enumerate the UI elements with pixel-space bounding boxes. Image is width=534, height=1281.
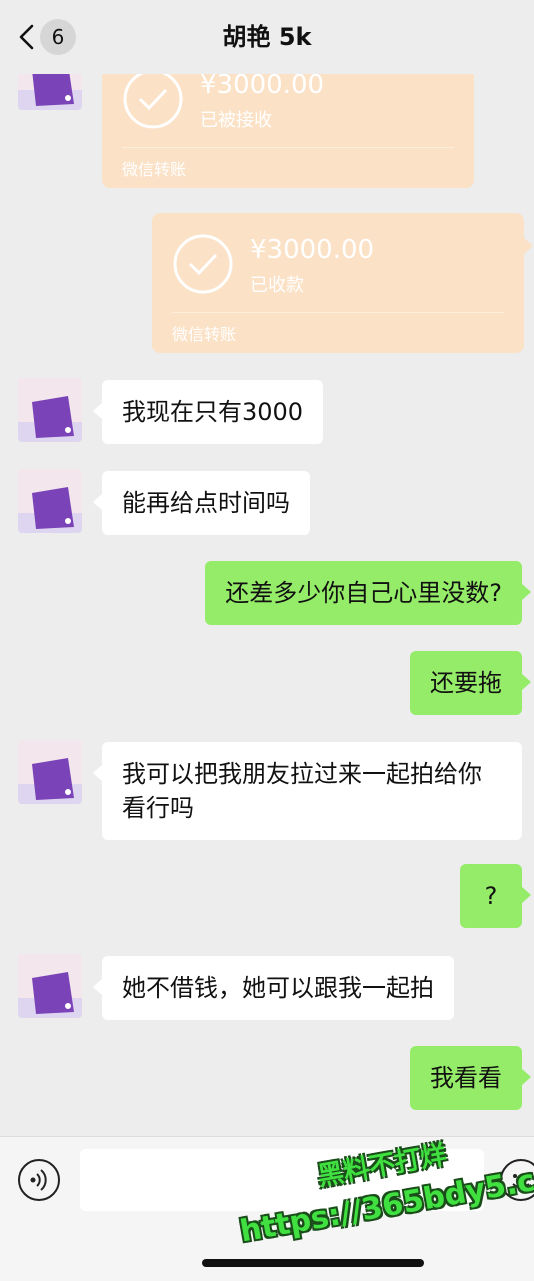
contact-avatar[interactable]: [18, 740, 82, 804]
message-bubble[interactable]: 她不借钱，她可以跟我一起拍: [93, 956, 454, 1020]
contact-avatar[interactable]: [18, 469, 82, 533]
message-bubble[interactable]: ?: [460, 864, 531, 928]
transfer-amount: ¥3000.00: [250, 235, 375, 265]
transfer-label: 微信转账: [172, 325, 237, 344]
transfer-status: 已收款: [250, 275, 304, 296]
transfer-status: 已被接收: [200, 110, 272, 131]
transfer-amount: ¥3000.00: [200, 70, 325, 100]
message-input[interactable]: [80, 1149, 484, 1211]
message-bubble[interactable]: 我看看: [410, 1046, 531, 1110]
emoji-button[interactable]: [500, 1159, 534, 1201]
chat-area[interactable]: ¥3000.00 已被接收 微信转账 ¥3000.00 已收款 微信转账 我现在…: [0, 0, 534, 1135]
transfer-label: 微信转账: [122, 160, 187, 179]
voice-icon: [30, 1169, 47, 1191]
message-bubble[interactable]: 我可以把我朋友拉过来一起拍给你看行吗: [93, 742, 522, 840]
contact-avatar[interactable]: [18, 954, 82, 1018]
contact-avatar[interactable]: [18, 378, 82, 442]
message-bubble[interactable]: 能再给点时间吗: [93, 471, 310, 535]
transfer-card[interactable]: ¥3000.00 已收款 微信转账: [152, 213, 533, 353]
home-indicator: [202, 1259, 424, 1267]
message-bubble[interactable]: 还差多少你自己心里没数?: [205, 561, 531, 625]
nav-bar: 6 胡艳 5k: [0, 0, 534, 74]
voice-button[interactable]: [18, 1159, 60, 1201]
divider: [122, 147, 454, 148]
message-bubble[interactable]: 还要拖: [410, 651, 531, 715]
divider: [172, 312, 504, 313]
chat-title: 胡艳 5k: [222, 23, 312, 51]
message-bubble[interactable]: 我现在只有3000: [92, 380, 324, 444]
emoji-icon: [512, 1174, 530, 1189]
check-circle-icon: [173, 234, 233, 294]
input-bar: [0, 1136, 534, 1281]
check-circle-icon: [123, 69, 183, 129]
